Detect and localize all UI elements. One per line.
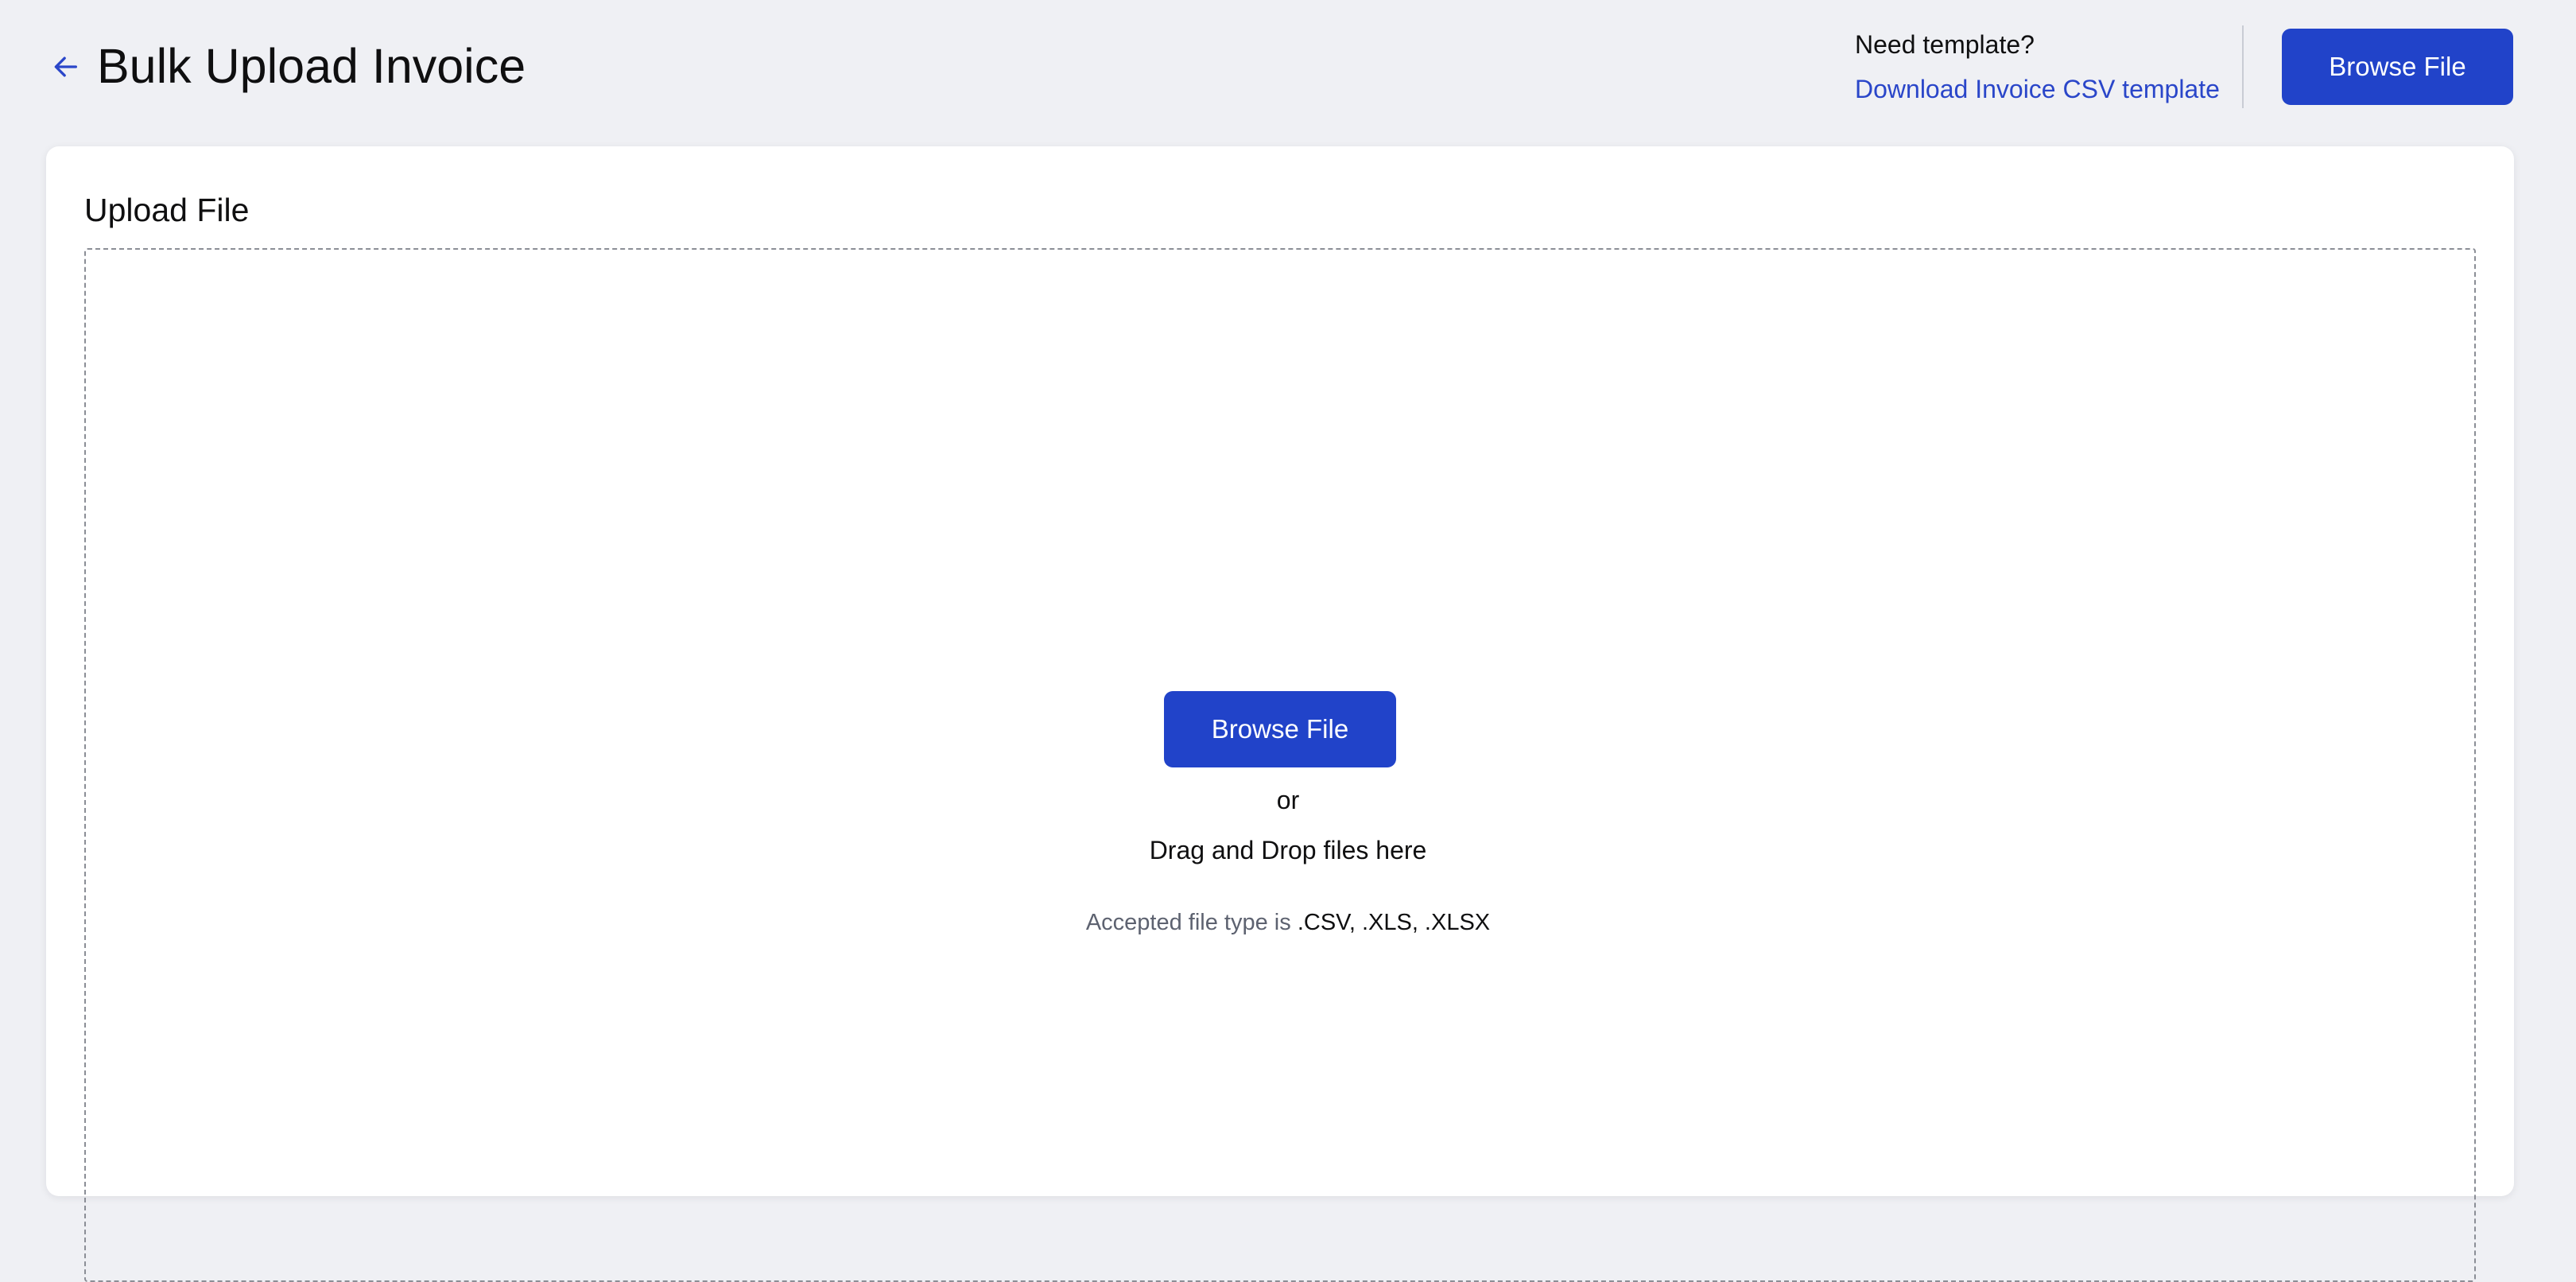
page-title: Bulk Upload Invoice <box>97 39 526 93</box>
or-separator: or <box>1276 786 1300 814</box>
header-browse-file-button[interactable]: Browse File <box>2282 29 2513 105</box>
dropzone-browse-file-button[interactable]: Browse File <box>1164 691 1396 767</box>
template-question: Need template? <box>1855 30 2035 59</box>
accepted-types-value: .CSV, .XLS, .XLSX <box>1297 910 1491 935</box>
accepted-types-label: Accepted file type is <box>1085 910 1291 935</box>
header-divider <box>2242 25 2244 108</box>
upload-card: Upload File <box>46 146 2514 1282</box>
upload-card-title: Upload File <box>84 192 250 228</box>
download-template-link[interactable]: Download Invoice CSV template <box>1855 72 2220 107</box>
arrow-left-icon <box>54 56 78 77</box>
template-help: Need template? Download Invoice CSV temp… <box>1855 27 2220 107</box>
drag-drop-hint: Drag and Drop files here <box>1149 836 1427 864</box>
page-header: Bulk Upload Invoice Need template? Downl… <box>0 0 2576 146</box>
accepted-file-types: Accepted file type is .CSV, .XLS, .XLSX <box>0 907 2576 938</box>
back-button[interactable] <box>45 46 86 87</box>
